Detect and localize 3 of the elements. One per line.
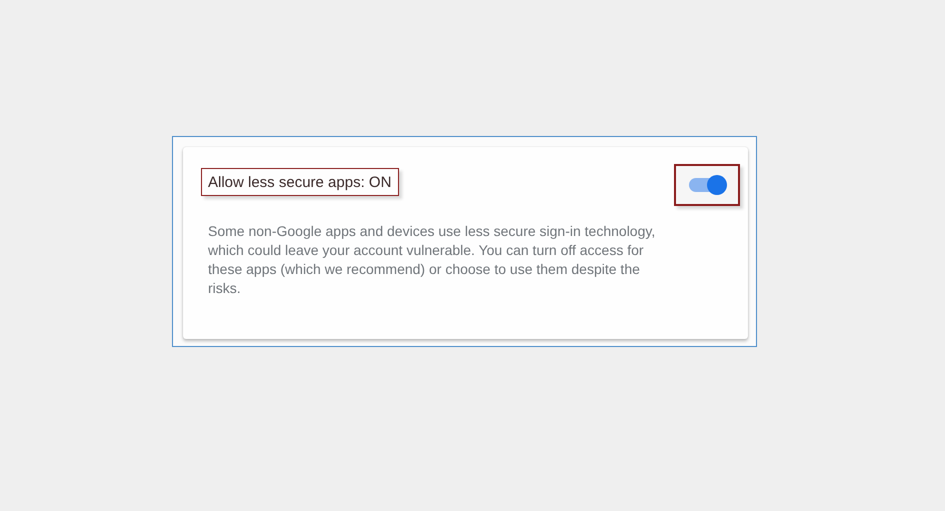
setting-description: Some non-Google apps and devices use less secure sign-in technology, which could leave your account vulnerable. You can turn off access for these apps (which we recommend) or choose to use them despite the risks. bbox=[208, 222, 656, 298]
toggle-switch[interactable] bbox=[674, 164, 740, 206]
setting-title: Allow less secure apps: ON bbox=[201, 168, 400, 196]
